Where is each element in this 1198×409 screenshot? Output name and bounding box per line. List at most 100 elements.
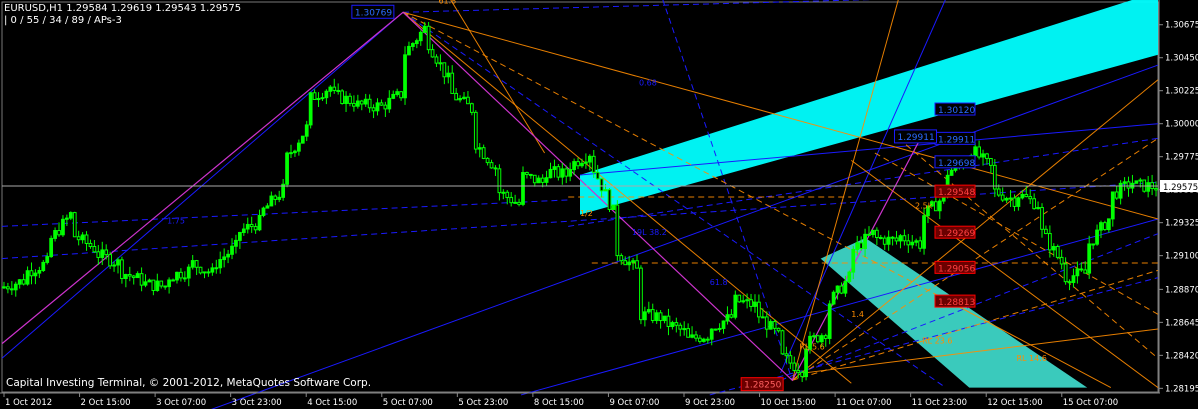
candle-body: [116, 259, 120, 266]
candle-body: [674, 322, 679, 326]
candle-body: [670, 322, 675, 328]
candle-body: [509, 196, 514, 204]
candle-body: [1020, 193, 1025, 199]
time-tick-label: 11 Oct 07:00: [836, 398, 891, 408]
candle-body: [1154, 187, 1158, 191]
candle-body: [454, 92, 459, 101]
candle-body: [1095, 229, 1099, 245]
candle-body: [910, 241, 915, 246]
candle-body: [1087, 243, 1092, 274]
candle-body: [469, 103, 474, 113]
level-label: 1.29548: [938, 188, 975, 198]
blue-trend-line: [402, 11, 946, 389]
candle-body: [753, 301, 757, 307]
candle-body: [65, 217, 69, 220]
time-tick-label: 10 Oct 15:00: [761, 398, 816, 408]
candle-body: [249, 223, 254, 228]
candle-body: [757, 301, 761, 318]
candle-body: [261, 207, 266, 216]
price-tick-label: 1.28645: [1165, 318, 1198, 328]
candle-body: [2, 286, 6, 289]
chart-annotation: 1/2: [580, 209, 593, 218]
candle-body: [25, 270, 30, 285]
candle-body: [422, 25, 427, 33]
candle-body: [654, 312, 659, 322]
time-tick-label: 8 Oct 15:00: [534, 398, 584, 408]
candle-body: [643, 311, 647, 321]
candle-body: [599, 178, 604, 192]
candle-body: [682, 328, 687, 331]
candle-body: [544, 177, 549, 183]
upper-cyan-channel: [580, 0, 1158, 215]
candle-body: [1012, 197, 1017, 207]
candle-body: [721, 320, 726, 329]
candle-body: [458, 98, 462, 101]
candle-body: [792, 362, 797, 371]
candle-body: [741, 300, 746, 303]
candle-body: [383, 104, 388, 110]
candle-body: [300, 135, 305, 144]
candle-body: [120, 259, 124, 280]
time-tick-label: 3 Oct 23:00: [232, 398, 282, 408]
candle-body: [717, 327, 722, 330]
candle-body: [6, 286, 10, 290]
candle-body: [607, 189, 612, 210]
candle-body: [391, 93, 396, 99]
candle-body: [426, 25, 431, 51]
zigzag-line: [1, 11, 923, 382]
candle-body: [745, 299, 749, 302]
candle-body: [466, 96, 470, 105]
chart-annotation: 1.75: [167, 216, 185, 225]
candle-body: [694, 334, 698, 339]
candle-body: [493, 167, 498, 170]
candle-body: [1071, 275, 1076, 284]
candle-body: [332, 86, 337, 91]
chart-annotation: 19L 38.2: [632, 228, 667, 237]
candle-body: [352, 102, 356, 107]
candle-body: [304, 124, 309, 137]
candle-body: [564, 168, 569, 177]
candle-body: [572, 161, 576, 171]
candle-body: [505, 191, 510, 198]
candle-body: [399, 91, 403, 99]
candle-body: [658, 312, 663, 322]
candle-body: [513, 201, 517, 204]
candle-body: [749, 299, 753, 307]
candle-body: [76, 236, 81, 241]
candle-body: [186, 266, 191, 279]
candle-body: [57, 230, 61, 236]
candle-body: [241, 228, 246, 233]
candle-body: [226, 253, 230, 258]
price-chart[interactable]: 1.30120 1.29911 1.29698 1.29548 1.29269 1.290…: [0, 0, 1198, 409]
candle-body: [269, 195, 274, 207]
candle-body: [666, 315, 671, 328]
candle-body: [371, 107, 376, 112]
candle-body: [308, 92, 313, 126]
candle-body: [175, 271, 179, 281]
candle-body: [784, 353, 789, 357]
candle-body: [49, 237, 54, 258]
candle-body: [1008, 197, 1013, 200]
level-label: 1.29056: [938, 264, 975, 274]
candle-body: [477, 147, 482, 150]
candle-body: [13, 283, 18, 291]
candle-body: [72, 212, 77, 238]
candle-body: [906, 240, 911, 246]
time-tick-label: 2 Oct 15:00: [81, 398, 131, 408]
candle-body: [21, 279, 26, 285]
candle-body: [127, 274, 132, 277]
candle-body: [536, 177, 541, 184]
candle-body: [922, 215, 926, 249]
candle-body: [442, 62, 447, 78]
candle-body: [230, 245, 234, 255]
candle-body: [1063, 263, 1068, 283]
time-tick-label: 5 Oct 23:00: [458, 398, 508, 408]
candle-body: [552, 166, 557, 170]
candle-body: [737, 294, 742, 303]
candle-body: [1032, 198, 1037, 210]
candle-body: [198, 266, 203, 274]
time-tick-label: 1 Oct 2012: [5, 398, 52, 408]
candle-body: [729, 314, 734, 318]
price-tick-label: 1.28870: [1165, 285, 1198, 295]
candle-body: [222, 256, 227, 261]
